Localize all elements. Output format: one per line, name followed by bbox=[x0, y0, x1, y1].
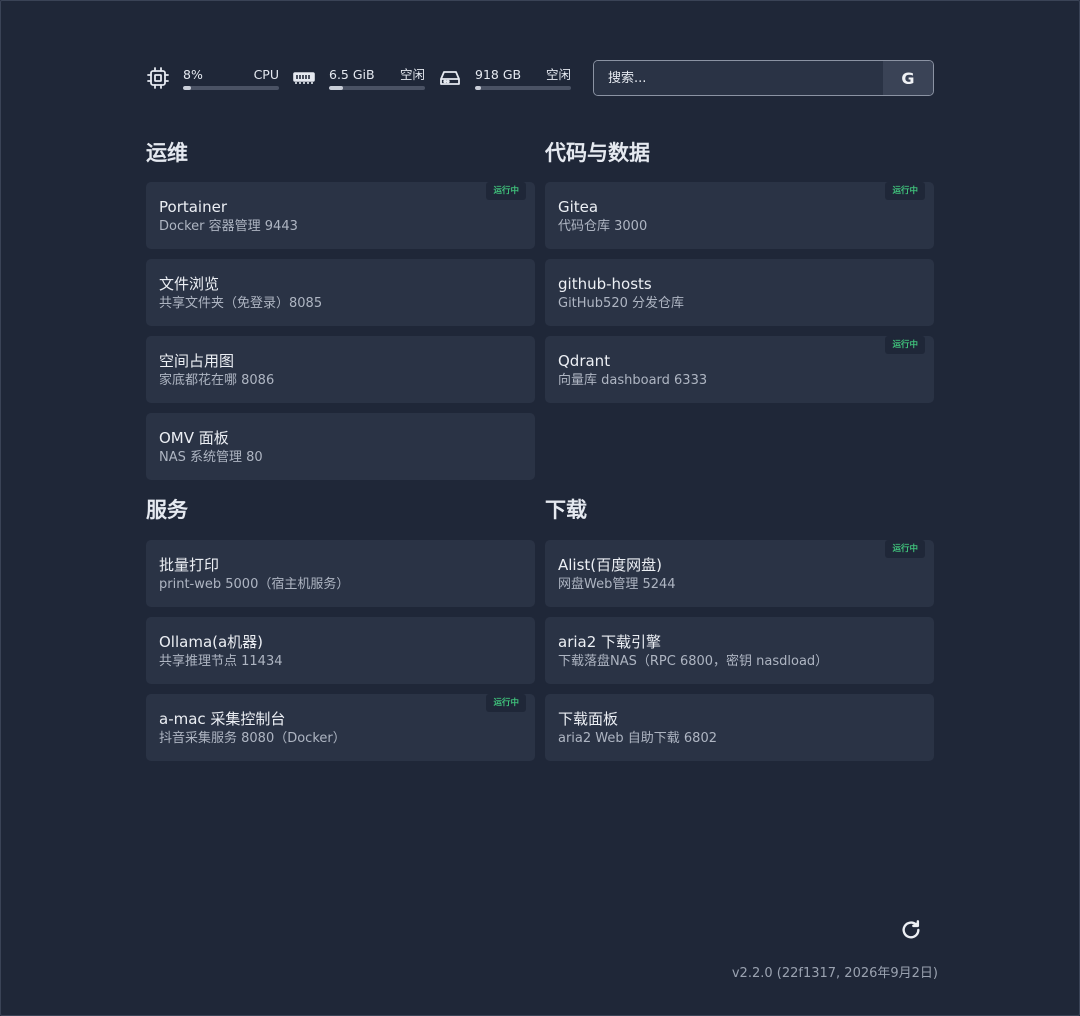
card-subtitle: 向量库 dashboard 6333 bbox=[558, 373, 708, 388]
service-card-batch-print[interactable]: 批量打印 print-web 5000（宿主机服务） bbox=[146, 540, 535, 607]
card-subtitle: NAS 系统管理 80 bbox=[159, 450, 263, 465]
disk-icon bbox=[438, 66, 462, 90]
memory-stat: 6.5 GiB 空闲 bbox=[292, 66, 425, 90]
status-badge: 运行中 bbox=[486, 694, 526, 712]
card-title: Qdrant bbox=[558, 352, 611, 370]
service-card-alist[interactable]: Alist(百度网盘) 网盘Web管理 5244 运行中 bbox=[545, 540, 934, 607]
card-subtitle: 抖音采集服务 8080（Docker） bbox=[159, 731, 346, 746]
service-card-github-hosts[interactable]: github-hosts GitHub520 分发仓库 bbox=[545, 259, 934, 326]
service-card-gitea[interactable]: Gitea 代码仓库 3000 运行中 bbox=[545, 182, 934, 249]
memory-usage-fill bbox=[329, 85, 344, 90]
card-title: Gitea bbox=[558, 198, 599, 216]
card-title: Ollama(a机器) bbox=[159, 633, 264, 651]
status-badge: 运行中 bbox=[486, 182, 526, 200]
card-subtitle: 共享推理节点 11434 bbox=[159, 654, 283, 669]
card-subtitle: 共享文件夹（免登录）8085 bbox=[159, 296, 323, 311]
card-title: OMV 面板 bbox=[159, 429, 229, 447]
card-subtitle: GitHub520 分发仓库 bbox=[558, 296, 684, 311]
cpu-stat: 8% CPU bbox=[146, 66, 279, 90]
service-card-portainer[interactable]: Portainer Docker 容器管理 9443 运行中 bbox=[146, 182, 535, 249]
card-title: github-hosts bbox=[558, 275, 652, 293]
card-subtitle: aria2 Web 自助下载 6802 bbox=[558, 731, 717, 746]
google-search-button[interactable]: G bbox=[883, 61, 933, 95]
status-badge: 运行中 bbox=[885, 540, 925, 558]
search-box: G bbox=[593, 60, 934, 96]
card-title: aria2 下载引擎 bbox=[558, 633, 662, 651]
disk-usage-fill bbox=[475, 85, 481, 90]
card-title: 批量打印 bbox=[159, 556, 220, 574]
disk-value: 918 GB bbox=[475, 66, 522, 82]
cpu-icon bbox=[146, 66, 170, 90]
service-card-ollama[interactable]: Ollama(a机器) 共享推理节点 11434 bbox=[146, 617, 535, 684]
section-title-ops: 运维 bbox=[146, 141, 188, 165]
card-title: a-mac 采集控制台 bbox=[159, 710, 286, 728]
memory-usage-bar bbox=[329, 85, 425, 90]
status-badge: 运行中 bbox=[885, 182, 925, 200]
card-subtitle: 家底都花在哪 8086 bbox=[159, 373, 275, 388]
service-card-disk-usage[interactable]: 空间占用图 家底都花在哪 8086 bbox=[146, 336, 535, 403]
cpu-label: CPU bbox=[253, 66, 279, 82]
card-title: Alist(百度网盘) bbox=[558, 556, 662, 574]
cpu-usage-bar bbox=[183, 85, 279, 90]
card-subtitle: print-web 5000（宿主机服务） bbox=[159, 577, 350, 592]
service-card-aria2-engine[interactable]: aria2 下载引擎 下载落盘NAS（RPC 6800，密钥 nasdload） bbox=[545, 617, 934, 684]
service-card-a-mac-console[interactable]: a-mac 采集控制台 抖音采集服务 8080（Docker） 运行中 bbox=[146, 694, 535, 761]
memory-value: 6.5 GiB bbox=[329, 66, 375, 82]
status-badge: 运行中 bbox=[885, 336, 925, 354]
service-card-qdrant[interactable]: Qdrant 向量库 dashboard 6333 运行中 bbox=[545, 336, 934, 403]
service-card-omv[interactable]: OMV 面板 NAS 系统管理 80 bbox=[146, 413, 535, 480]
service-card-download-panel[interactable]: 下载面板 aria2 Web 自助下载 6802 bbox=[545, 694, 934, 761]
cpu-usage-fill bbox=[183, 85, 191, 90]
disk-stat: 918 GB 空闲 bbox=[438, 66, 571, 90]
section-title-code: 代码与数据 bbox=[545, 141, 650, 165]
service-card-file-browser[interactable]: 文件浏览 共享文件夹（免登录）8085 bbox=[146, 259, 535, 326]
card-title: 空间占用图 bbox=[159, 352, 235, 370]
card-title: 下载面板 bbox=[558, 710, 619, 728]
card-subtitle: 下载落盘NAS（RPC 6800，密钥 nasdload） bbox=[558, 654, 829, 669]
section-title-services: 服务 bbox=[146, 498, 188, 522]
version-label: v2.2.0 (22f1317, 2026年9月2日) bbox=[731, 966, 938, 981]
section-title-downloads: 下载 bbox=[545, 498, 587, 522]
card-subtitle: 网盘Web管理 5244 bbox=[558, 577, 676, 592]
cpu-value: 8% bbox=[183, 66, 203, 82]
refresh-icon[interactable] bbox=[900, 919, 922, 941]
system-stats: 8% CPU 6.5 GiB 空闲 918 GB 空闲 bbox=[146, 66, 584, 90]
search-input[interactable] bbox=[594, 61, 883, 95]
card-subtitle: 代码仓库 3000 bbox=[558, 219, 648, 234]
card-title: 文件浏览 bbox=[159, 275, 220, 293]
card-subtitle: Docker 容器管理 9443 bbox=[159, 219, 298, 234]
disk-label: 空闲 bbox=[545, 66, 571, 82]
memory-icon bbox=[292, 66, 316, 90]
memory-label: 空闲 bbox=[399, 66, 425, 82]
disk-usage-bar bbox=[475, 85, 571, 90]
card-title: Portainer bbox=[159, 198, 227, 216]
